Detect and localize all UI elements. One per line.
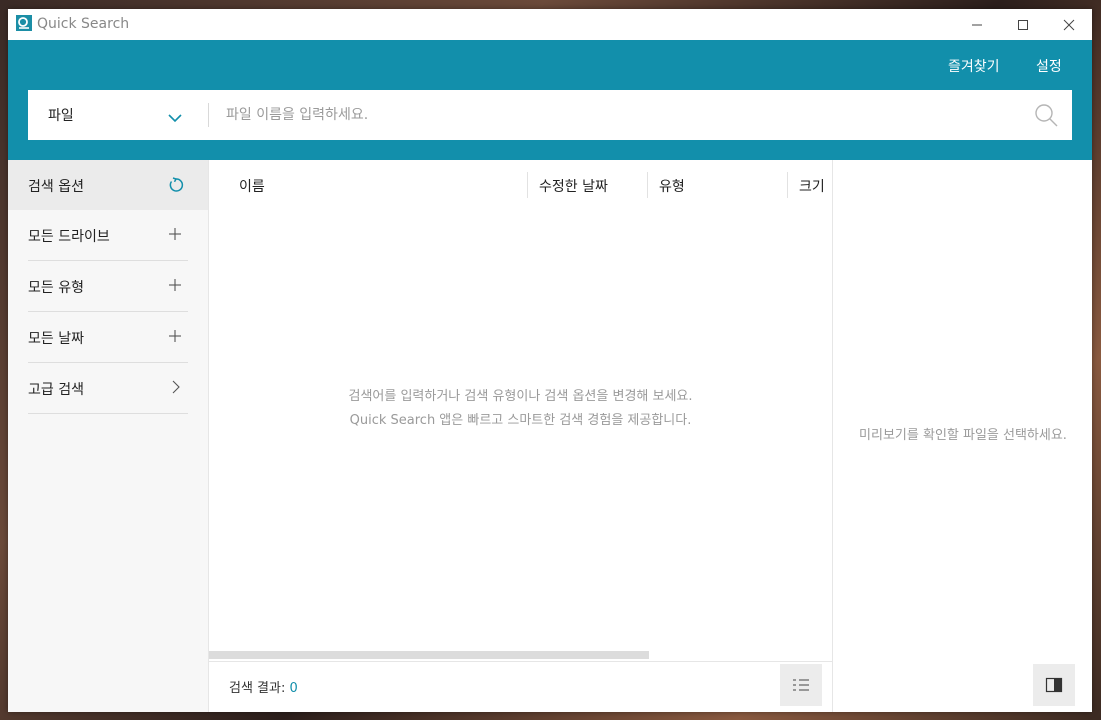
column-resize-handle[interactable]: [787, 172, 788, 198]
result-count: 검색 결과: 0: [229, 677, 298, 696]
search-divider: [208, 103, 209, 127]
empty-results-message: 검색어를 입력하거나 검색 유형이나 검색 옵션을 변경해 보세요. Quick…: [209, 385, 832, 433]
column-header-type[interactable]: 유형: [659, 176, 685, 196]
sidebar-divider: [28, 413, 188, 414]
result-count-label: 검색 결과:: [229, 681, 286, 696]
toggle-preview-button[interactable]: [1033, 664, 1075, 706]
column-header-modified[interactable]: 수정한 날짜: [539, 176, 608, 196]
sidebar-item-all-drives[interactable]: 모든 드라이브: [8, 210, 208, 260]
column-resize-handle[interactable]: [527, 172, 528, 198]
header-bar: 즐겨찾기 설정 파일: [8, 40, 1092, 160]
footer-divider: [209, 661, 832, 662]
plus-icon: [168, 278, 182, 296]
preview-pane-icon: [1045, 677, 1063, 693]
search-bar: 파일: [28, 90, 1072, 140]
search-input[interactable]: [226, 90, 1016, 140]
sidebar-item-label: 모든 날짜: [28, 331, 84, 347]
empty-message-line: 검색어를 입력하거나 검색 유형이나 검색 옵션을 변경해 보세요.: [348, 389, 693, 404]
title-bar[interactable]: Quick Search: [8, 9, 1092, 40]
empty-message-line: Quick Search 앱은 빠르고 스마트한 검색 경험을 제공합니다.: [349, 413, 692, 428]
sidebar-item-advanced-search[interactable]: 고급 검색: [8, 363, 208, 413]
close-button[interactable]: [1046, 9, 1092, 40]
search-icon[interactable]: [1034, 103, 1058, 131]
chevron-down-icon[interactable]: [168, 108, 182, 127]
app-logo-icon: [16, 15, 32, 31]
plus-icon: [168, 329, 182, 347]
list-view-icon: [793, 679, 809, 691]
sidebar-item-label: 고급 검색: [28, 382, 84, 398]
preview-pane: 미리보기를 확인할 파일을 선택하세요.: [832, 160, 1092, 712]
view-mode-button[interactable]: [780, 664, 822, 706]
sidebar-item-search-options[interactable]: 검색 옵션: [8, 160, 208, 210]
search-scope-dropdown[interactable]: 파일: [48, 105, 74, 125]
sidebar-item-all-dates[interactable]: 모든 날짜: [8, 312, 208, 362]
sidebar-item-label: 모든 유형: [28, 280, 84, 296]
plus-icon: [168, 227, 182, 245]
app-window: Quick Search 즐겨찾기 설정 파일 검색 옵션: [8, 9, 1092, 712]
result-count-value: 0: [289, 681, 298, 696]
column-header-name[interactable]: 이름: [239, 176, 265, 196]
sidebar-item-all-types[interactable]: 모든 유형: [8, 261, 208, 311]
search-options-sidebar: 검색 옵션 모든 드라이브 모든 유형 모든 날짜 고급 검색: [8, 160, 209, 712]
horizontal-scrollbar[interactable]: [209, 651, 649, 659]
maximize-button[interactable]: [1000, 9, 1046, 40]
refresh-icon[interactable]: [168, 177, 184, 197]
favorites-link[interactable]: 즐겨찾기: [948, 56, 1000, 76]
column-header-size[interactable]: 크기: [799, 176, 825, 196]
column-resize-handle[interactable]: [647, 172, 648, 198]
sidebar-item-label: 모든 드라이브: [28, 229, 110, 245]
chevron-right-icon: [168, 380, 182, 398]
sidebar-item-label: 검색 옵션: [28, 179, 84, 195]
minimize-button[interactable]: [954, 9, 1000, 40]
results-pane: 이름 수정한 날짜 유형 크기 검색어를 입력하거나 검색 유형이나 검색 옵션…: [209, 160, 832, 712]
window-title: Quick Search: [37, 16, 130, 32]
preview-placeholder: 미리보기를 확인할 파일을 선택하세요.: [859, 428, 1067, 443]
settings-link[interactable]: 설정: [1036, 56, 1062, 76]
